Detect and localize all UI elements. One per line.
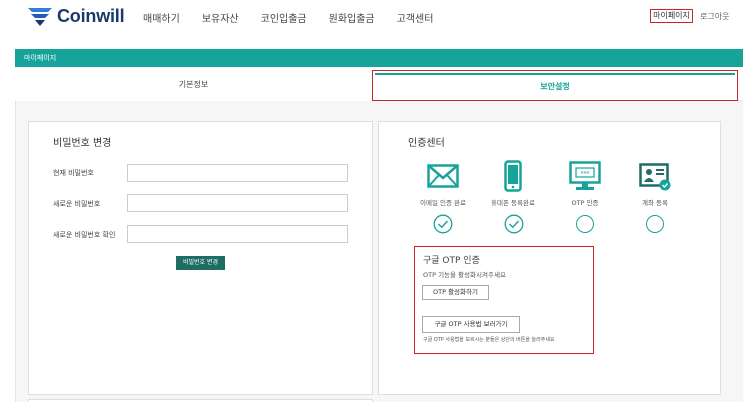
- envelope-icon: [427, 164, 459, 188]
- tab-security-settings[interactable]: 보안설정: [372, 70, 738, 101]
- auth-mobile-status-check-icon: [504, 214, 524, 234]
- tab-basic-info[interactable]: 기본정보: [15, 67, 372, 101]
- otp-guide-note: 구글 OTP 사용법을 모르시는 분들은 상단의 버튼을 눌러주세요: [423, 337, 555, 343]
- change-password-button[interactable]: 비밀번호 변경: [176, 256, 225, 270]
- monitor-icon: ***: [569, 161, 601, 190]
- nav-item-assets[interactable]: 보유자산: [202, 10, 239, 25]
- tab-security-settings-label: 보안설정: [540, 82, 570, 91]
- otp-guide-button[interactable]: 구글 OTP 사용법 보러가기: [422, 316, 520, 333]
- new-password-input[interactable]: [127, 194, 348, 212]
- auth-account-status-circle: [646, 215, 664, 233]
- current-password-input[interactable]: [127, 164, 348, 182]
- top-header: Coinwill 매매하기 보유자산 코인입출금 원화입출금 고객센터 마이페이…: [0, 0, 743, 36]
- logout-link[interactable]: 로그아웃: [700, 11, 729, 22]
- confirm-password-label: 새로운 비밀번호 확인: [53, 231, 116, 239]
- brand-name: Coinwill: [57, 6, 125, 26]
- nav-item-support[interactable]: 고객센터: [397, 10, 434, 25]
- nav-item-coin-transfer[interactable]: 코인입출금: [261, 10, 307, 25]
- main-nav: 매매하기 보유자산 코인입출금 원화입출금 고객센터: [143, 10, 455, 25]
- auth-center-title: 인증센터: [408, 138, 445, 149]
- coinwill-logo-icon: [28, 7, 52, 26]
- auth-email-status-check-icon: [433, 214, 453, 234]
- auth-account-label: 계좌 등록: [642, 199, 668, 207]
- page-title-bar: 마이페이지: [15, 49, 743, 67]
- confirm-password-input[interactable]: [127, 225, 348, 243]
- mobile-phone-icon: [504, 160, 522, 192]
- svg-text:***: ***: [581, 170, 590, 177]
- otp-title: 구글 OTP 인증: [423, 256, 480, 266]
- active-tab-indicator: [375, 73, 735, 75]
- nav-item-krw-transfer[interactable]: 원화입출금: [329, 10, 375, 25]
- password-panel-title: 비밀번호 변경: [53, 138, 112, 149]
- otp-description: OTP 기능을 활성화시켜주세요: [423, 271, 506, 279]
- new-password-label: 새로운 비밀번호: [53, 200, 101, 208]
- page-title: 마이페이지: [24, 54, 57, 62]
- current-password-label: 현재 비밀번호: [53, 169, 94, 177]
- auth-otp-label: OTP 인증: [571, 199, 599, 207]
- id-card-icon: [639, 163, 671, 191]
- auth-email-label: 이메일 인증 완료: [420, 199, 466, 207]
- nav-item-trade[interactable]: 매매하기: [143, 10, 180, 25]
- activate-otp-button[interactable]: OTP 활성화하기: [422, 285, 489, 300]
- brand-logo[interactable]: Coinwill: [28, 6, 125, 27]
- auth-mobile-label: 휴대폰 등록완료: [491, 199, 535, 207]
- tab-basic-info-label: 기본정보: [178, 80, 209, 89]
- mypage-link[interactable]: 마이페이지: [650, 9, 693, 23]
- auth-otp-status-circle: [576, 215, 594, 233]
